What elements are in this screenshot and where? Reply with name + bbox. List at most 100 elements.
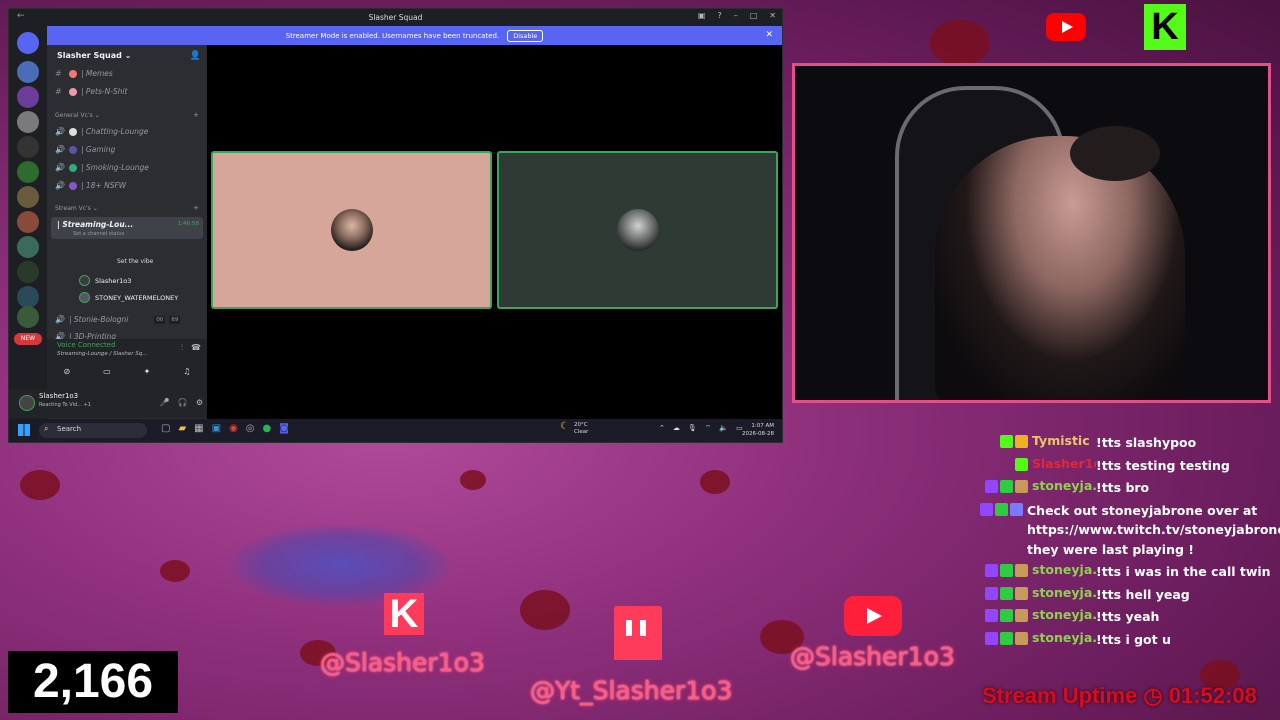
server-icon[interactable] bbox=[17, 111, 39, 133]
channel-emoji-icon bbox=[69, 163, 77, 172]
spotify-icon[interactable]: ● bbox=[263, 423, 272, 434]
twitch-badge-icon bbox=[980, 502, 993, 516]
new-badge[interactable]: NEW bbox=[14, 333, 42, 345]
server-icon[interactable] bbox=[17, 86, 39, 108]
speaker-icon: 🔊 bbox=[55, 181, 65, 190]
voice-member[interactable]: STONEY_WATERMELONEY bbox=[79, 292, 178, 303]
set-vibe-button[interactable]: Set the vibe bbox=[117, 258, 153, 265]
blood-splatter bbox=[20, 470, 60, 500]
add-channel-icon[interactable]: + bbox=[193, 111, 199, 119]
twitch-badge-icon bbox=[985, 631, 998, 645]
user-panel: Slasher1o3 Reacting To Vid... +1 🎤 🎧 ⚙ bbox=[9, 389, 207, 418]
voice-channel-gaming[interactable]: 🔊 | Gaming bbox=[55, 145, 115, 154]
add-channel-icon[interactable]: + bbox=[193, 204, 199, 212]
close-banner-icon[interactable]: ✕ bbox=[765, 30, 773, 40]
youtube-handle: @Slasher1o3 bbox=[790, 642, 955, 671]
camera-off-icon[interactable]: ⊘ bbox=[63, 367, 70, 376]
channel-emoji-icon bbox=[69, 69, 77, 78]
server-icon[interactable] bbox=[17, 306, 39, 328]
file-explorer-icon[interactable]: ▰ bbox=[178, 423, 186, 434]
disable-button[interactable]: Disable bbox=[507, 29, 544, 42]
chat-username: stoneyja... bbox=[1032, 629, 1096, 645]
chat-badges bbox=[980, 478, 1032, 493]
discord-taskbar-icon[interactable]: ◙ bbox=[279, 423, 289, 434]
weather-widget[interactable]: ☾ 20°C Clear bbox=[560, 422, 588, 436]
participant-tile[interactable] bbox=[497, 151, 778, 309]
disconnect-icon[interactable]: ☎ bbox=[191, 343, 201, 352]
active-voice-channel[interactable]: | Streaming-Lou... 1:46:58 Set a channel… bbox=[51, 217, 203, 239]
chat-badges bbox=[980, 433, 1032, 448]
voice-connected-channel[interactable]: Streaming-Lounge / Slasher Sq... bbox=[57, 351, 148, 357]
task-view-icon[interactable]: ▢ bbox=[161, 423, 170, 434]
category-general-vcs[interactable]: General Vc's ⌄ bbox=[55, 112, 100, 119]
server-icon[interactable] bbox=[17, 161, 39, 183]
discord-home-icon[interactable] bbox=[17, 32, 39, 54]
server-icon[interactable] bbox=[17, 236, 39, 258]
windows-taskbar: ⌕ Search ▢ ▰ ▦ ▣ ◉ ◎ ● ◙ ☾ 20°C Clear ⌃ … bbox=[9, 419, 782, 442]
voice-channel-chatting[interactable]: 🔊 | Chatting-Lounge bbox=[55, 127, 148, 136]
blood-splatter bbox=[930, 20, 990, 66]
voice-channel-nsfw[interactable]: 🔊 | 18+ NSFW bbox=[55, 181, 126, 190]
voice-member[interactable]: Slasher1o3 bbox=[79, 275, 131, 286]
voice-channel-stonie[interactable]: 🔊 | Stonie-Bologni 00 69 bbox=[55, 315, 181, 324]
channel-status[interactable]: Set a channel status bbox=[73, 231, 124, 237]
twitch-badge-icon bbox=[985, 586, 998, 600]
obs-icon[interactable]: ◎ bbox=[246, 423, 255, 434]
server-icon[interactable] bbox=[17, 186, 39, 208]
noise-suppression-icon[interactable]: ⫶ bbox=[181, 343, 183, 353]
windows-start-icon[interactable] bbox=[18, 424, 30, 436]
headphones-icon[interactable]: 🎧 bbox=[178, 398, 188, 407]
chat-text: !tts i got u bbox=[1096, 631, 1171, 647]
chat-badges bbox=[980, 607, 1032, 622]
kick-badge-icon bbox=[1015, 457, 1028, 471]
server-icon[interactable] bbox=[17, 286, 39, 308]
minimize-button[interactable]: – bbox=[734, 11, 738, 20]
voice-stage bbox=[207, 45, 782, 419]
taskbar-clock[interactable]: 1:07 AM 2026-08-28 bbox=[742, 422, 774, 438]
store-icon[interactable]: ▦ bbox=[194, 423, 203, 434]
search-icon: ⌕ bbox=[44, 424, 49, 433]
category-stream-vcs[interactable]: Stream Vc's ⌄ bbox=[55, 205, 98, 212]
chat-username: Tymistic bbox=[1032, 433, 1090, 448]
avatar bbox=[79, 275, 90, 286]
back-arrow-icon[interactable]: ← bbox=[17, 11, 25, 21]
cloud-icon[interactable]: ☁ bbox=[673, 424, 680, 433]
clock-icon: ◷ bbox=[1143, 683, 1163, 708]
user-limit-badge: 69 bbox=[169, 315, 181, 324]
screen-share-icon[interactable]: ▭ bbox=[103, 367, 111, 376]
blood-splatter bbox=[460, 470, 486, 490]
chat-text: Check out stoneyjabrone over at https://… bbox=[1027, 502, 1280, 557]
feather-badge-icon bbox=[1015, 480, 1028, 493]
voice-connected-label[interactable]: Voice Connected bbox=[57, 341, 116, 349]
user-count-badge: 00 bbox=[154, 315, 166, 324]
guild-name[interactable]: Slasher Squad ⌄ bbox=[57, 51, 131, 60]
volume-icon[interactable]: 🔈 bbox=[719, 424, 728, 433]
mic-tray-icon[interactable]: 🎙 bbox=[688, 424, 697, 433]
channel-emoji-icon bbox=[69, 127, 77, 136]
speaker-icon: 🔊 bbox=[55, 315, 65, 324]
participant-tile[interactable] bbox=[211, 151, 492, 309]
server-icon[interactable] bbox=[17, 136, 39, 158]
app-icon[interactable]: ▣ bbox=[212, 423, 221, 434]
activities-icon[interactable]: ✦ bbox=[144, 367, 151, 376]
taskbar-search[interactable]: ⌕ Search bbox=[39, 423, 147, 438]
close-button[interactable]: ✕ bbox=[769, 11, 776, 20]
help-icon[interactable]: ? bbox=[717, 11, 721, 20]
wifi-icon[interactable]: ⌔ bbox=[705, 424, 712, 433]
server-icon[interactable] bbox=[17, 261, 39, 283]
invite-people-icon[interactable]: 👤 bbox=[190, 51, 201, 61]
channel-memes[interactable]: # | Memes bbox=[55, 69, 113, 78]
streamer-video bbox=[935, 136, 1185, 400]
soundboard-icon[interactable]: ♫ bbox=[183, 367, 190, 376]
microphone-icon[interactable]: 🎤 bbox=[160, 398, 170, 407]
voice-channel-smoking[interactable]: 🔊 | Smoking-Lounge bbox=[55, 163, 149, 172]
chrome-icon[interactable]: ◉ bbox=[229, 423, 238, 434]
channel-pets[interactable]: # | Pets-N-Shit bbox=[55, 87, 127, 96]
maximize-button[interactable]: □ bbox=[750, 11, 758, 20]
avatar[interactable] bbox=[19, 395, 35, 411]
inbox-icon[interactable]: ▣ bbox=[698, 11, 706, 20]
gear-icon[interactable]: ⚙ bbox=[196, 398, 203, 407]
server-icon[interactable] bbox=[17, 61, 39, 83]
server-icon[interactable] bbox=[17, 211, 39, 233]
chevron-up-icon[interactable]: ⌃ bbox=[659, 424, 665, 433]
